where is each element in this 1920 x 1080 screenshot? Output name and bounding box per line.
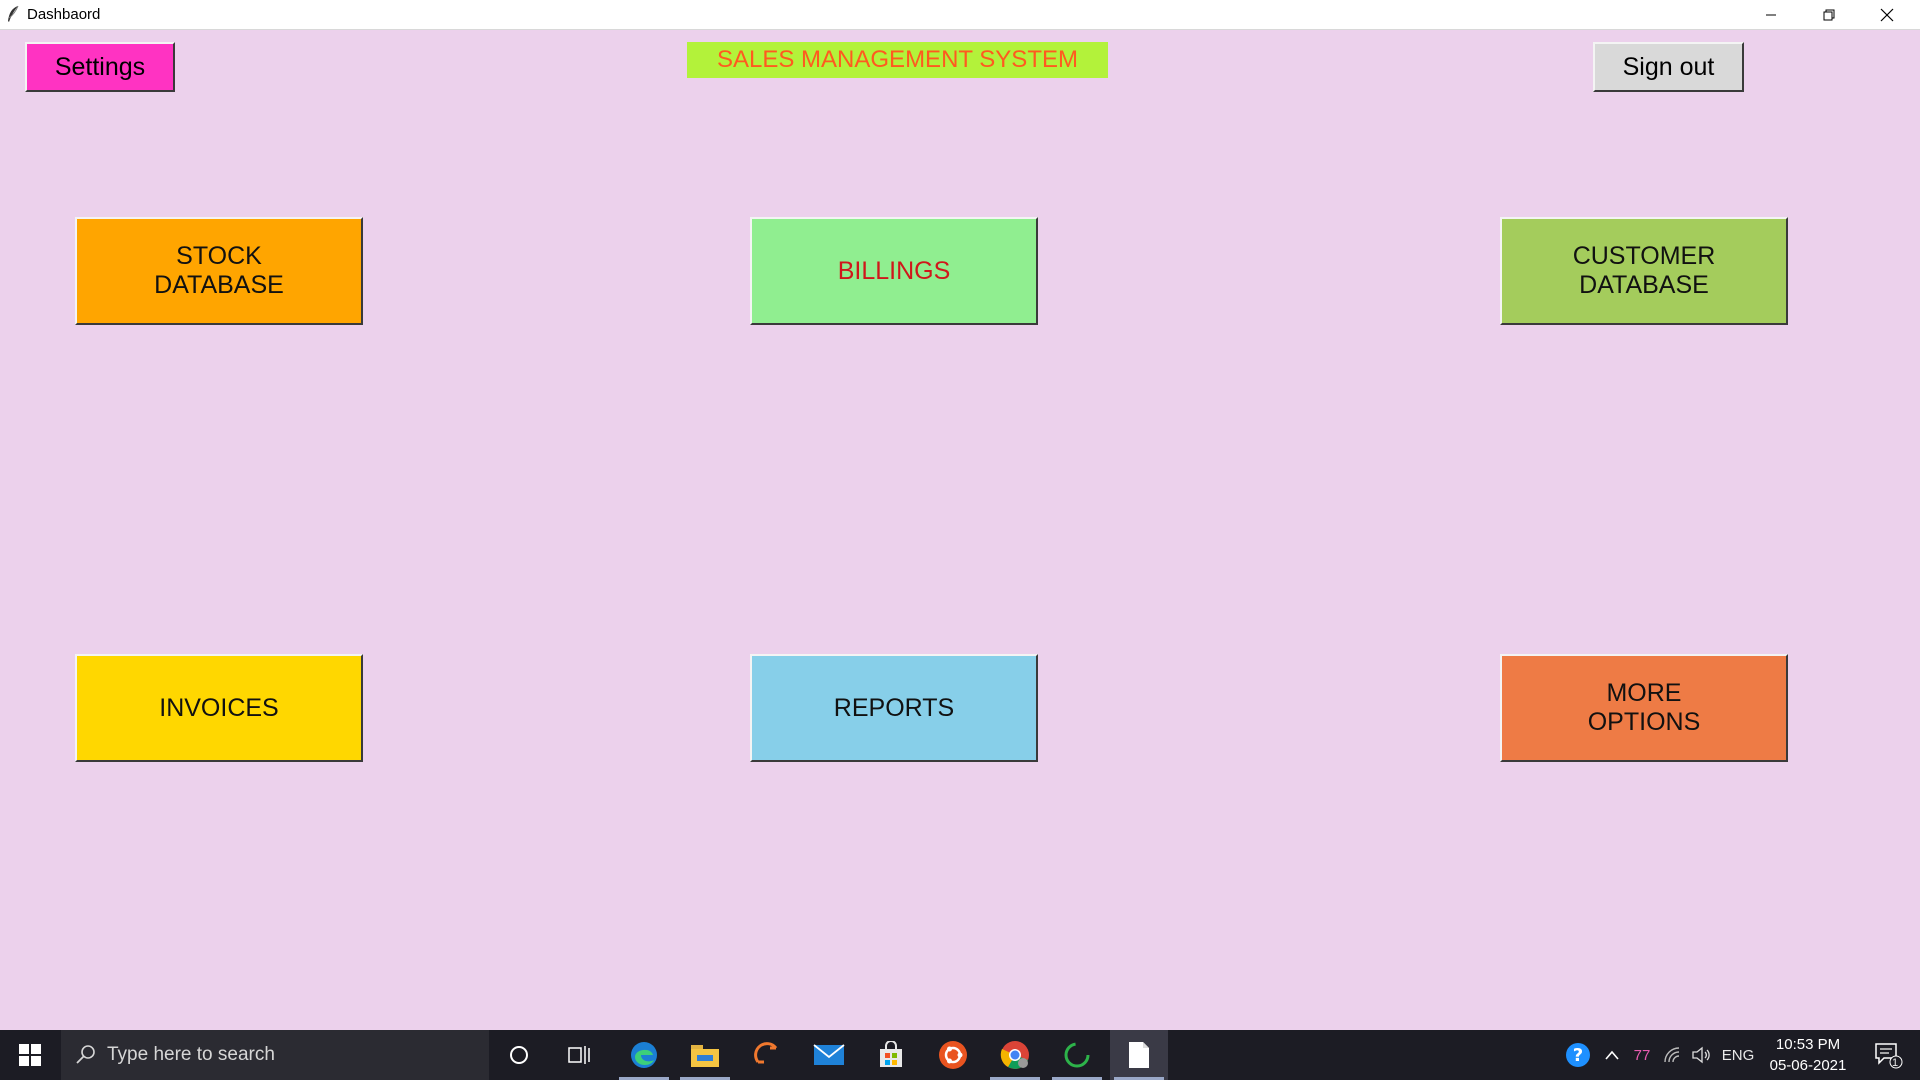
- reports-button[interactable]: REPORTS: [750, 654, 1038, 762]
- window-title-bar: Dashbaord: [0, 0, 1920, 30]
- minimize-button[interactable]: [1742, 0, 1800, 29]
- sublime-icon: [754, 1042, 778, 1064]
- show-hidden-icons-button[interactable]: [1598, 1030, 1626, 1080]
- clock-date: 05-06-2021: [1769, 1057, 1847, 1074]
- ubuntu-icon: [939, 1041, 967, 1069]
- cortana-button[interactable]: [490, 1030, 548, 1080]
- chrome-button[interactable]: [986, 1030, 1044, 1080]
- help-icon: ?: [1566, 1043, 1590, 1067]
- file-explorer-icon: [691, 1045, 719, 1067]
- store-button[interactable]: [862, 1030, 920, 1080]
- tray-badge[interactable]: 77: [1628, 1030, 1656, 1080]
- notifications-button[interactable]: 1: [1864, 1030, 1914, 1080]
- stock-database-button[interactable]: STOCK DATABASE: [75, 217, 363, 325]
- network-button[interactable]: [1660, 1030, 1686, 1080]
- notification-count: 1: [1892, 1057, 1899, 1069]
- restore-button[interactable]: [1800, 0, 1858, 29]
- close-icon: [1880, 8, 1894, 21]
- sign-out-button[interactable]: Sign out: [1593, 42, 1744, 92]
- clock[interactable]: 10:53 PM 05-06-2021: [1760, 1033, 1856, 1077]
- tray-badge-count: 77: [1633, 1046, 1651, 1064]
- store-icon: [880, 1041, 902, 1067]
- dashboard-area: Settings SALES MANAGEMENT SYSTEM Sign ou…: [0, 30, 1920, 1030]
- sublime-button[interactable]: [738, 1030, 796, 1080]
- settings-button[interactable]: Settings: [25, 42, 175, 92]
- more-options-button[interactable]: MORE OPTIONS: [1500, 654, 1788, 762]
- mail-icon: [813, 1044, 845, 1065]
- language-indicator: ENG: [1721, 1046, 1755, 1064]
- loading-app-button[interactable]: [1048, 1030, 1106, 1080]
- svg-text:?: ?: [1573, 1045, 1583, 1066]
- search-icon: [76, 1045, 95, 1064]
- start-button[interactable]: [0, 1030, 60, 1080]
- speaker-icon: [1692, 1046, 1710, 1064]
- ubuntu-button[interactable]: [924, 1030, 982, 1080]
- wifi-icon: [1664, 1047, 1680, 1063]
- loading-app-icon: [1064, 1042, 1090, 1068]
- invoices-button[interactable]: INVOICES: [75, 654, 363, 762]
- taskbar: Type here to search ? 77 ENG 10:53 PM 05…: [0, 1030, 1920, 1080]
- customer-database-button[interactable]: CUSTOMER DATABASE: [1500, 217, 1788, 325]
- restore-icon: [1823, 9, 1835, 20]
- windows-logo-icon: [19, 1044, 41, 1066]
- file-explorer-button[interactable]: [676, 1030, 734, 1080]
- chrome-icon: [1000, 1041, 1029, 1069]
- notepad-icon: [1129, 1042, 1149, 1068]
- edge-icon: [631, 1042, 657, 1068]
- notepad-button[interactable]: [1110, 1030, 1168, 1080]
- taskbar-search[interactable]: Type here to search: [61, 1030, 489, 1080]
- cortana-icon: [510, 1046, 528, 1064]
- volume-button[interactable]: [1688, 1030, 1714, 1080]
- task-view-button[interactable]: [550, 1030, 608, 1080]
- minimize-icon: [1766, 14, 1776, 15]
- page-title: SALES MANAGEMENT SYSTEM: [687, 42, 1108, 78]
- window-title: Dashbaord: [27, 6, 101, 23]
- chevron-up-icon: [1605, 1050, 1619, 1060]
- edge-button[interactable]: [615, 1030, 673, 1080]
- clock-time: 10:53 PM: [1775, 1036, 1841, 1053]
- close-button[interactable]: [1858, 0, 1916, 29]
- feather-icon: [8, 5, 19, 22]
- mail-button[interactable]: [800, 1030, 858, 1080]
- billings-button[interactable]: BILLINGS: [750, 217, 1038, 325]
- language-button[interactable]: ENG: [1718, 1030, 1758, 1080]
- notification-icon: [1875, 1043, 1903, 1069]
- search-placeholder: Type here to search: [107, 1044, 275, 1065]
- task-view-icon: [568, 1046, 590, 1064]
- help-tray-button[interactable]: ?: [1562, 1030, 1594, 1080]
